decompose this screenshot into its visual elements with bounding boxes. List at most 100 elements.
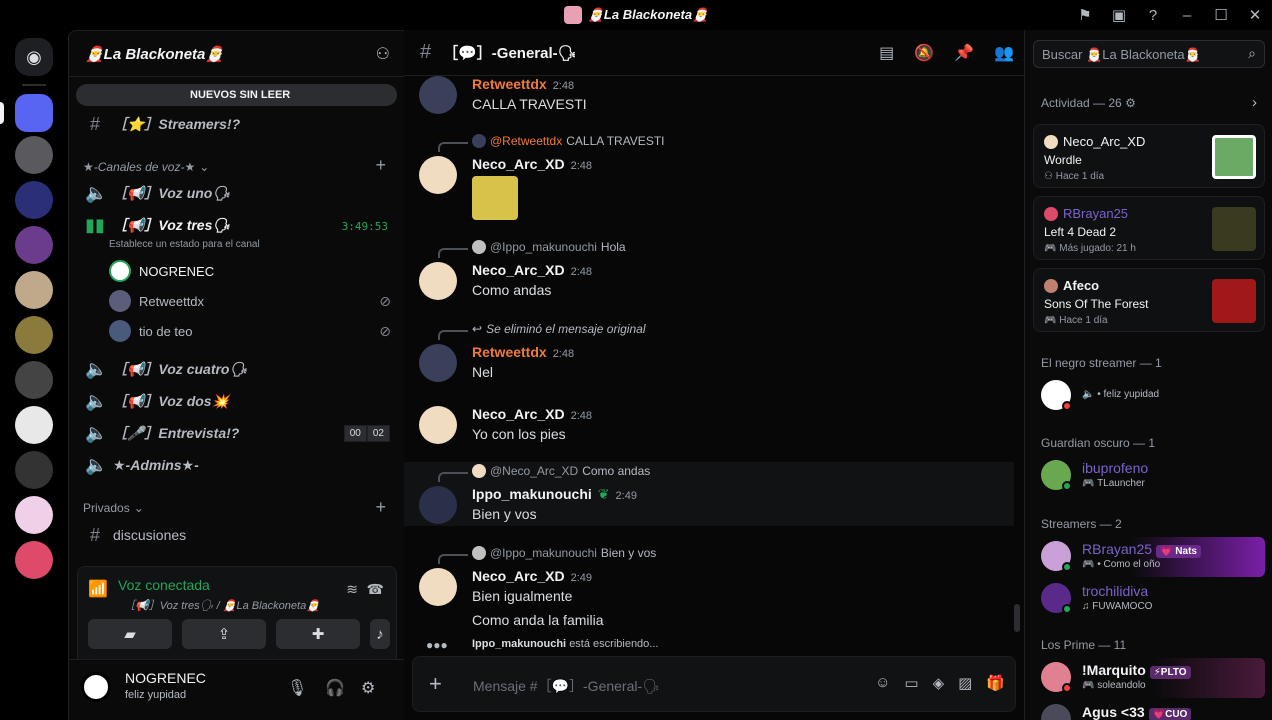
member-item[interactable]: !Marquito ⚡PLTO 🎮 soleandolo xyxy=(1041,658,1265,698)
chevron-right-icon[interactable]: › xyxy=(1252,94,1257,111)
pin-icon[interactable]: 📌 xyxy=(954,43,974,63)
avatar[interactable] xyxy=(419,262,457,300)
activity-card[interactable]: Afeco Sons Of The Forest 🎮 Hace 1 día xyxy=(1033,268,1265,332)
unread-banner[interactable]: NUEVOS SIN LEER xyxy=(76,84,397,106)
scrollbar[interactable] xyxy=(1014,604,1020,632)
inbox-icon[interactable]: ⚑ xyxy=(1068,6,1102,24)
help-icon[interactable]: ? xyxy=(1136,7,1170,24)
server-icon[interactable] xyxy=(15,451,53,489)
channel-admins[interactable]: 🔈 ★-Admins★- xyxy=(81,451,397,479)
soundboard-button[interactable]: ♪ xyxy=(370,619,390,649)
member-item[interactable]: RBrayan25 💗 Nats 🎮 • Como el oño xyxy=(1041,537,1265,577)
server-icon[interactable] xyxy=(15,316,53,354)
threads-icon[interactable]: ▤ xyxy=(879,43,894,63)
gif-icon[interactable]: ▭ xyxy=(904,674,918,692)
server-icon[interactable] xyxy=(15,361,53,399)
emoji-icon[interactable]: ☺ xyxy=(875,674,890,692)
voice-location[interactable]: ［📢］Voz tres🗣 / 🎅La Blackoneta🎅 xyxy=(124,597,320,613)
add-member-icon[interactable]: ⚇ xyxy=(376,44,390,64)
server-icon[interactable] xyxy=(15,496,53,534)
activity-card[interactable]: Neco_Arc_XD Wordle ⚇ Hace 1 día xyxy=(1033,124,1265,188)
add-channel-icon[interactable]: + xyxy=(375,497,386,518)
reply-preview[interactable]: @Ippo_makunouchi Bien y vos xyxy=(472,546,656,560)
voice-user[interactable]: Retweettdx ⊘ xyxy=(109,288,391,314)
server-icon[interactable] xyxy=(15,541,53,579)
channel-voz-cuatro[interactable]: 🔈 ［📢］Voz cuatro🗣 xyxy=(81,355,397,383)
voice-status[interactable]: Voz conectada xyxy=(118,577,210,593)
server-header[interactable]: 🎅La Blackoneta🎅 ⚇ xyxy=(69,31,404,77)
message[interactable]: Retweettdx 2:48 CALLA TRAVESTI xyxy=(404,76,1014,118)
gift-icon[interactable]: 🎁 xyxy=(986,674,1005,692)
member-item[interactable]: ibuprofeno 🎮 TLauncher xyxy=(1041,456,1265,496)
server-icon[interactable] xyxy=(15,181,53,219)
member-item[interactable]: trochilidiva ♫ FUWAMOCO xyxy=(1041,579,1265,619)
sticker-icon[interactable]: ◈ xyxy=(933,674,945,692)
message-author[interactable]: Neco_Arc_XD 2:49 xyxy=(472,568,592,584)
category-voice[interactable]: ★-Canales de voz-★ ⌄ xyxy=(83,160,209,174)
maximize-icon[interactable]: ☐ xyxy=(1204,6,1238,24)
message-author[interactable]: Retweettdx 2:48 xyxy=(472,76,574,92)
close-icon[interactable]: ✕ xyxy=(1238,6,1272,24)
member-item[interactable]: 🔈 • feliz yupidad xyxy=(1041,376,1265,416)
screen-share-button[interactable]: ⇪ xyxy=(182,619,266,649)
mic-icon[interactable]: 🎙 xyxy=(287,678,307,698)
server-icon[interactable] xyxy=(15,226,53,264)
channel-streamers[interactable]: # ［⭐］Streamers!? xyxy=(81,110,397,138)
message-author[interactable]: Neco_Arc_XD 2:48 xyxy=(472,262,592,278)
headphones-icon[interactable]: 🎧 xyxy=(325,678,345,698)
avatar[interactable] xyxy=(419,344,457,382)
avatar[interactable] xyxy=(419,156,457,194)
reply-preview[interactable]: @Retweettdx CALLA TRAVESTI xyxy=(472,134,664,148)
reply-preview[interactable]: @Ippo_makunouchi Hola xyxy=(472,240,626,254)
message-author[interactable]: Neco_Arc_XD 2:48 xyxy=(472,406,592,422)
category-privados[interactable]: Privados ⌄ xyxy=(83,501,144,515)
message[interactable]: @Ippo_makunouchi Bien y vos Neco_Arc_XD 2:… xyxy=(404,546,1014,632)
avatar[interactable] xyxy=(419,406,457,444)
reply-preview[interactable]: @Neco_Arc_XD Como andas xyxy=(472,464,650,478)
member-item[interactable]: Agus <33 💗CUO xyxy=(1041,700,1265,720)
server-icon[interactable] xyxy=(15,406,53,444)
message-author[interactable]: Retweettdx 2:48 xyxy=(472,344,574,360)
camera-button[interactable]: ▰ xyxy=(88,619,172,649)
voice-user[interactable]: NOGRENEC xyxy=(109,258,391,284)
notification-bell-icon[interactable]: 🔕 xyxy=(914,43,934,63)
channel-voz-uno[interactable]: 🔈 ［📢］Voz uno🗣 xyxy=(81,179,397,207)
gear-icon[interactable]: ⚙ xyxy=(361,678,375,698)
message[interactable]: @Neco_Arc_XD Como andas Ippo_makunouchi ❦ 2… xyxy=(404,462,1014,526)
channel-discusiones[interactable]: # discusiones xyxy=(81,521,397,549)
screen-icon[interactable]: ▣ xyxy=(1102,6,1136,24)
minimize-icon[interactable]: – xyxy=(1170,7,1204,24)
message-author[interactable]: Ippo_makunouchi ❦ 2:49 xyxy=(472,486,637,503)
avatar[interactable] xyxy=(419,568,457,606)
message[interactable]: @Retweettdx CALLA TRAVESTI Neco_Arc_XD 2:4… xyxy=(404,134,1014,224)
message[interactable]: ↩ Se eliminó el mensaje original Retweett… xyxy=(404,322,1014,384)
user-name[interactable]: NOGRENEC xyxy=(125,670,206,686)
voice-user[interactable]: tio de teo ⊘ xyxy=(109,318,391,344)
sticker-image[interactable] xyxy=(472,176,518,220)
user-avatar[interactable] xyxy=(81,672,111,702)
upload-plus-icon[interactable]: + xyxy=(429,671,442,697)
message-composer[interactable]: + Mensaje #［💬］-General-🗣 ☺ ▭ ◈ ▨ 🎁 xyxy=(412,656,1016,712)
discord-home-button[interactable]: ◉ xyxy=(15,38,53,76)
activities-button[interactable]: ✚ xyxy=(276,619,360,649)
search-input[interactable]: Buscar 🎅La Blackoneta🎅 ⌕ xyxy=(1033,40,1265,68)
server-icon[interactable] xyxy=(15,271,53,309)
noise-suppression-icon[interactable]: ≋ xyxy=(346,581,358,598)
reply-preview[interactable]: ↩ Se eliminó el mensaje original xyxy=(472,322,645,336)
activity-header[interactable]: Actividad — 26 ⚙ › xyxy=(1041,94,1257,111)
image-icon[interactable]: ▨ xyxy=(958,674,972,692)
avatar[interactable] xyxy=(419,486,457,524)
disconnect-icon[interactable]: ☎ xyxy=(367,581,384,598)
channel-voz-dos[interactable]: 🔈 ［📢］Voz dos💥 xyxy=(81,387,397,415)
server-icon[interactable] xyxy=(15,94,53,132)
activity-card[interactable]: RBrayan25 Left 4 Dead 2 🎮 Más jugado: 21… xyxy=(1033,196,1265,260)
message-input[interactable]: Mensaje #［💬］-General-🗣 xyxy=(473,676,660,696)
message-author[interactable]: Neco_Arc_XD 2:48 xyxy=(472,156,592,172)
avatar[interactable] xyxy=(419,76,457,114)
server-icon[interactable] xyxy=(15,136,53,174)
add-channel-icon[interactable]: + xyxy=(375,155,386,176)
message[interactable]: Neco_Arc_XD 2:48 Yo con los pies xyxy=(404,406,1014,450)
member-list-icon[interactable]: 👥 xyxy=(994,43,1014,63)
channel-status-hint[interactable]: Establece un estado para el canal xyxy=(109,239,260,250)
message[interactable]: @Ippo_makunouchi Hola Neco_Arc_XD 2:48 Com… xyxy=(404,240,1014,302)
